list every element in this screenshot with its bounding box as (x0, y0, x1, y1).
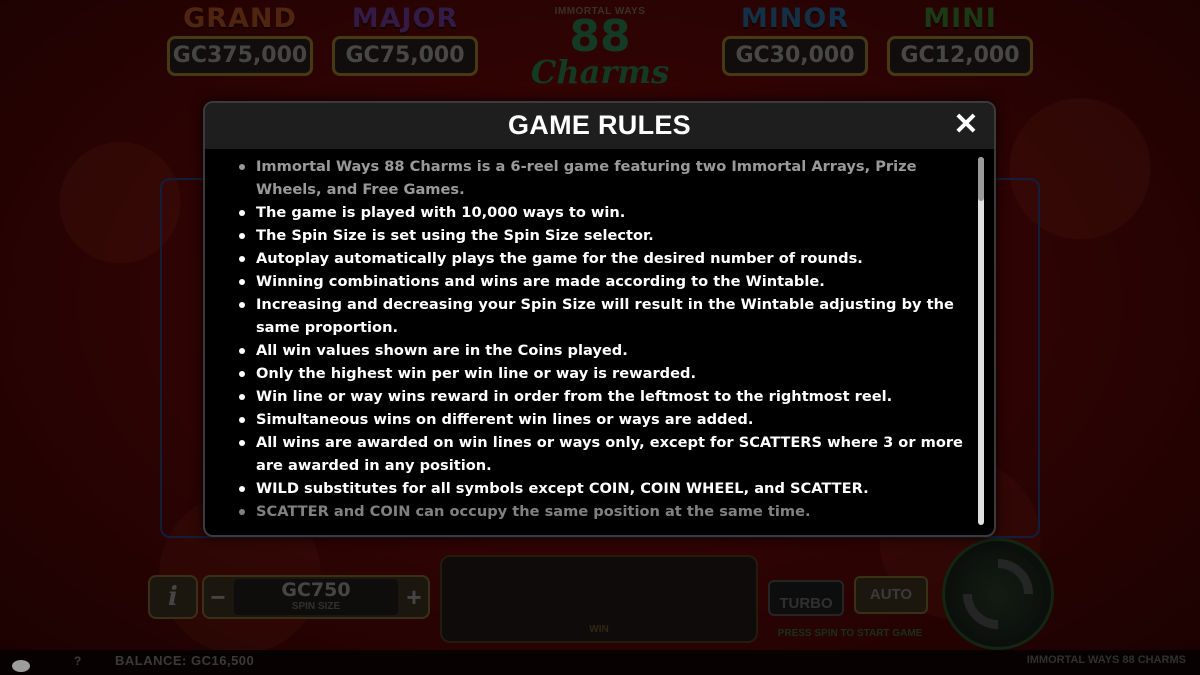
dialog-header: GAME RULES ✕ (205, 103, 994, 149)
rule-item: WILD substitutes for all symbols except … (235, 477, 977, 500)
scrollbar[interactable] (978, 155, 984, 527)
rule-item: The game is played with 10,000 ways to w… (235, 201, 977, 224)
rule-item: Only the highest win per win line or way… (235, 362, 977, 385)
close-button[interactable]: ✕ (951, 110, 981, 140)
rule-item: All wins are awarded on win lines or way… (235, 431, 977, 477)
rule-item: Winning combinations and wins are made a… (235, 270, 977, 293)
rule-item: Win line or way wins reward in order fro… (235, 385, 977, 408)
rule-item: Increasing and decreasing your Spin Size… (235, 293, 977, 339)
rule-item: SCATTER and COIN can occupy the same pos… (235, 500, 977, 523)
scrollbar-thumb[interactable] (978, 157, 984, 525)
rule-item: Simultaneous wins on different win lines… (235, 408, 977, 431)
rule-item: All win values shown are in the Coins pl… (235, 339, 977, 362)
rules-list: Immortal Ways 88 Charms is a 6-reel game… (235, 155, 977, 523)
dialog-title: GAME RULES (507, 110, 691, 140)
rule-item: Autoplay automatically plays the game fo… (235, 247, 977, 270)
rules-scroll-area[interactable]: Immortal Ways 88 Charms is a 6-reel game… (205, 155, 977, 533)
rule-item: Immortal Ways 88 Charms is a 6-reel game… (235, 155, 977, 201)
game-rules-dialog: GAME RULES ✕ Immortal Ways 88 Charms is … (203, 101, 996, 537)
rule-item: The Spin Size is set using the Spin Size… (235, 224, 977, 247)
